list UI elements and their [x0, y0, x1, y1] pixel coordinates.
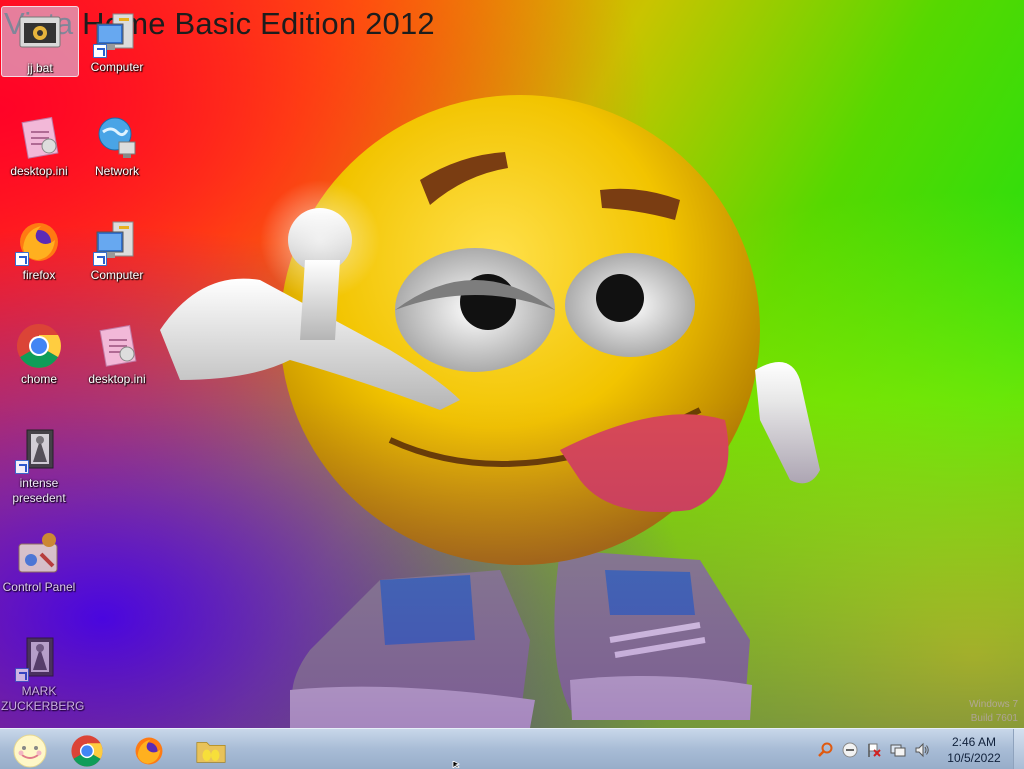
- windows-build-watermark: Windows 7 Build 7601: [969, 699, 1018, 724]
- right-shoe: [554, 550, 752, 720]
- desktop-icon-desktop-ini[interactable]: desktop.ini: [1, 110, 77, 179]
- left-shoe: [290, 570, 535, 728]
- shortcut-arrow-icon: [15, 252, 29, 266]
- shortcut-arrow-icon: [93, 44, 107, 58]
- control-panel-icon: [15, 530, 63, 578]
- desktop-icon-computer-2[interactable]: Computer: [79, 214, 155, 283]
- clock-date: 10/5/2022: [947, 751, 1001, 765]
- desktop-icon-chome[interactable]: chome: [1, 318, 77, 387]
- desktop-icon-firefox[interactable]: firefox: [1, 214, 77, 283]
- shortcut-arrow-icon: [15, 668, 29, 682]
- clock-time: 2:46 AM: [951, 735, 997, 749]
- taskbar-firefox-button[interactable]: [126, 732, 170, 766]
- desktop-icon-intense-presedent[interactable]: intense presedent: [1, 422, 77, 506]
- media-shortcut-icon: [15, 426, 63, 474]
- desktop-icon-network[interactable]: Network: [79, 110, 155, 179]
- shortcut-arrow-icon: [15, 460, 29, 474]
- desktop-icon-mark-zuckerberg[interactable]: MARK ZUCKERBERG: [1, 630, 84, 714]
- desktop[interactable]: Vista Home Basic Edition 2012 jj.bat Com…: [0, 0, 1024, 728]
- batch-file-icon: [16, 11, 64, 59]
- network-status-icon[interactable]: [842, 742, 858, 758]
- firefox-icon: [135, 737, 163, 765]
- settings-file-icon: [15, 114, 63, 162]
- start-button[interactable]: [4, 732, 48, 768]
- taskbar: 2:46 AM 10/5/2022: [0, 728, 1024, 769]
- folder-icon: [196, 742, 226, 763]
- media-shortcut-icon: [15, 634, 63, 682]
- volume-icon[interactable]: [914, 742, 930, 758]
- action-center-flag-icon[interactable]: [866, 742, 882, 758]
- desktop-icon-control-panel[interactable]: Control Panel: [1, 526, 77, 595]
- show-desktop-button[interactable]: [1013, 729, 1024, 769]
- display-icon[interactable]: [890, 742, 906, 758]
- desktop-icon-computer[interactable]: Computer: [79, 6, 155, 75]
- chrome-icon: [15, 322, 63, 370]
- computer-icon: [93, 10, 141, 58]
- taskbar-folder-button[interactable]: [188, 732, 232, 766]
- network-globe-icon: [93, 114, 141, 162]
- search-icon[interactable]: [818, 742, 834, 758]
- mouse-cursor-icon: [452, 761, 461, 768]
- settings-file-icon: [93, 322, 141, 370]
- shortcut-arrow-icon: [93, 252, 107, 266]
- system-clock[interactable]: 2:46 AM 10/5/2022: [936, 734, 1012, 766]
- computer-icon: [93, 218, 141, 266]
- smiley-start-orb-icon: [13, 734, 47, 768]
- desktop-icon-desktop-ini-2[interactable]: desktop.ini: [79, 318, 155, 387]
- chrome-icon: [71, 735, 103, 767]
- taskbar-chrome-button[interactable]: [64, 732, 108, 767]
- emoji-character-wallpaper-art: [160, 95, 820, 728]
- desktop-icon-jj-bat[interactable]: jj.bat: [1, 6, 79, 77]
- firefox-icon: [15, 218, 63, 266]
